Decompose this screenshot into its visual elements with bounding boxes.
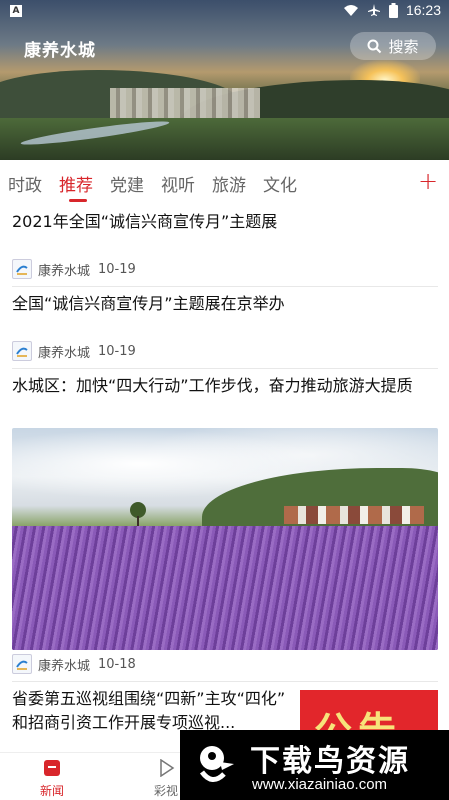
- tab-video[interactable]: 视听: [161, 171, 195, 196]
- notification-a-icon: A: [10, 5, 22, 17]
- source-logo-icon: [12, 654, 32, 674]
- news-item[interactable]: 全国“诚信兴商宣传月”主题展在京举办: [12, 292, 438, 316]
- watermark: 下载鸟资源 www.xiazainiao.com: [180, 730, 449, 800]
- search-button[interactable]: 搜索: [350, 32, 436, 60]
- clock: 16:23: [405, 2, 441, 18]
- watermark-title: 下载鸟资源: [250, 744, 410, 779]
- tab-travel[interactable]: 旅游: [212, 171, 246, 196]
- app-title: 康养水城: [24, 41, 96, 61]
- add-channel-icon[interactable]: +: [418, 167, 438, 195]
- wifi-icon: [343, 5, 358, 16]
- divider: [12, 368, 438, 369]
- tab-party[interactable]: 党建: [110, 171, 144, 196]
- news-item[interactable]: 省委第五巡视组围绕“四新”主攻“四化” 和招商引资工作开展专项巡视...: [12, 687, 290, 735]
- tab-recommended[interactable]: 推荐: [59, 171, 93, 196]
- news-meta: 康养水城 10-19: [12, 341, 438, 361]
- town-buildings: [110, 88, 260, 118]
- houses: [284, 506, 424, 524]
- news-title: 水城区：加快“四大行动”工作步伐，奋力推动旅游大提质: [12, 376, 413, 395]
- news-item[interactable]: 2021年全国“诚信兴商宣传月”主题展: [12, 210, 438, 234]
- tab-politics[interactable]: 时政: [8, 171, 42, 196]
- tab-culture[interactable]: 文化: [263, 171, 297, 196]
- source-logo-icon: [12, 341, 32, 361]
- news-image[interactable]: [12, 428, 438, 650]
- news-source: 康养水城: [38, 345, 91, 361]
- news-date: 10-19: [98, 261, 136, 277]
- play-icon: [160, 758, 175, 778]
- nav-color-video[interactable]: 彩视: [154, 758, 179, 799]
- active-tab-indicator: [69, 199, 87, 202]
- battery-icon: [388, 2, 398, 18]
- news-meta: 康养水城 10-18: [12, 654, 438, 674]
- search-label: 搜索: [388, 37, 419, 56]
- news-icon: [44, 760, 60, 776]
- status-right: 16:23: [343, 2, 441, 18]
- news-date: 10-19: [98, 343, 136, 359]
- watermark-url: www.xiazainiao.com: [252, 776, 388, 793]
- divider: [12, 681, 438, 682]
- header-banner-image: [0, 0, 449, 160]
- search-icon: [367, 39, 382, 53]
- lavender-field: [12, 526, 438, 650]
- status-bar: A 16:23: [0, 0, 449, 24]
- airplane-icon: [367, 4, 380, 16]
- nav-news[interactable]: 新闻: [40, 759, 64, 799]
- nav-color-video-label: 彩视: [154, 784, 179, 798]
- source-logo-icon: [12, 259, 32, 279]
- news-source: 康养水城: [38, 658, 91, 674]
- news-title: 全国“诚信兴商宣传月”主题展在京举办: [12, 294, 285, 313]
- news-source: 康养水城: [38, 263, 91, 279]
- news-title: 2021年全国“诚信兴商宣传月”主题展: [12, 212, 278, 231]
- news-meta: 康养水城 10-19: [12, 259, 438, 279]
- news-title: 省委第五巡视组围绕“四新”主攻“四化” 和招商引资工作开展专项巡视...: [12, 689, 286, 732]
- category-tabs: 时政 推荐 党建 视听 旅游 文化 +: [0, 160, 449, 204]
- bird-logo-icon: [199, 746, 234, 782]
- news-item[interactable]: 水城区：加快“四大行动”工作步伐，奋力推动旅游大提质: [12, 374, 438, 398]
- news-date: 10-18: [98, 656, 136, 672]
- divider: [12, 286, 438, 287]
- nav-news-label: 新闻: [40, 784, 65, 798]
